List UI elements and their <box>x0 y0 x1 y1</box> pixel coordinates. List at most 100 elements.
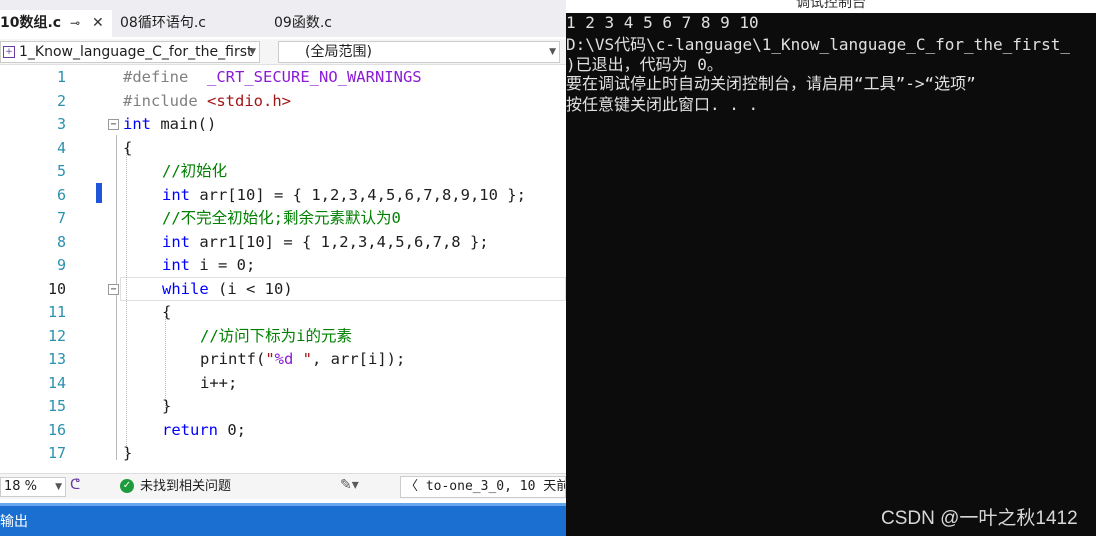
line-number: 6 <box>56 185 66 204</box>
function-scope-dropdown[interactable]: (全局范围) ▼ <box>278 41 560 63</box>
debug-console-window[interactable]: 调试控制台 1 2 3 4 5 6 7 8 9 10 D:\VS代码\c-lan… <box>566 0 1096 536</box>
line-number: 12 <box>47 326 66 345</box>
code-line: 12 //访问下标为i的元素 <box>0 325 566 349</box>
code-token: arr[10] = { 1,2,3,4,5,6,7,8,9,10 }; <box>190 185 526 204</box>
chevron-down-icon: ▼ <box>549 47 556 57</box>
document-tab-bar: 10数组.c ⊸ ✕ 08循环语句.c 09函数.c <box>0 0 566 37</box>
close-icon[interactable]: ✕ <box>92 10 104 37</box>
code-token: int <box>162 185 190 204</box>
cleanup-brush-icon[interactable]: ✎▾ <box>340 477 359 493</box>
line-number: 3 <box>56 115 66 133</box>
code-line: 5 //初始化 <box>0 160 566 184</box>
tab-label: 08循环语句.c <box>120 15 206 31</box>
code-token: <stdio.h> <box>207 91 291 110</box>
chevron-down-icon: ▼ <box>249 47 256 57</box>
code-token: while <box>162 279 209 298</box>
code-token: int <box>123 115 151 133</box>
console-title: 调试控制台 <box>796 0 866 11</box>
code-line: 8 int arr1[10] = { 1,2,3,4,5,6,7,8 }; <box>0 231 566 255</box>
line-number: 11 <box>47 303 66 321</box>
tab-label: 10数组.c <box>0 15 62 31</box>
watermark: CSDN @一叶之秋1412 <box>881 508 1078 529</box>
code-line: 13 printf("%d ", arr[i]); <box>0 348 566 372</box>
line-number: 10 <box>47 279 66 298</box>
code-line: 15 } <box>0 395 566 419</box>
zoom-dropdown[interactable]: 18 % ▼ <box>0 477 66 497</box>
code-line: 1 #define _CRT_SECURE_NO_WARNINGS <box>0 66 566 90</box>
code-line: 9 int i = 0; <box>0 254 566 278</box>
code-token: printf( <box>200 350 266 368</box>
copilot-icon[interactable]: ᕦ <box>70 477 80 493</box>
navigation-bar: + 1_Know_language_C_for_the_first ▼ (全局范… <box>0 39 566 65</box>
code-token: , arr[i]); <box>312 350 406 368</box>
line-number: 4 <box>56 138 66 157</box>
code-line: 16 return 0; <box>0 419 566 443</box>
check-circle-icon: ✓ <box>120 479 134 493</box>
code-token: return <box>162 420 218 439</box>
line-number: 8 <box>56 232 66 251</box>
output-panel-tab[interactable]: 输出 <box>0 503 566 536</box>
output-label: 输出 <box>0 514 28 530</box>
code-token: #include <box>123 91 198 110</box>
tab-10-array[interactable]: 10数组.c ⊸ ✕ <box>0 10 112 37</box>
code-area[interactable]: − − 1 #define _CRT_SECURE_NO_WARNINGS 2 … <box>0 66 566 470</box>
line-number: 1 <box>56 68 66 86</box>
issues-status[interactable]: 未找到相关问题 <box>140 478 231 496</box>
code-token: _CRT_SECURE_NO_WARNINGS <box>207 68 422 86</box>
line-number: 14 <box>47 373 66 392</box>
code-token: } <box>123 444 133 462</box>
zoom-value: 18 % <box>4 479 38 494</box>
code-token: i = 0; <box>190 256 256 274</box>
git-info-box[interactable]: 〈 to-one_3_0, 10 天前 <box>400 476 566 498</box>
code-line: 11 { <box>0 301 566 325</box>
chevron-down-icon: ▼ <box>55 482 62 492</box>
c-file-icon: + <box>3 46 15 58</box>
code-line: 6 int arr[10] = { 1,2,3,4,5,6,7,8,9,10 }… <box>0 184 566 208</box>
project-scope-value: 1_Know_language_C_for_the_first <box>19 44 253 60</box>
code-line-current: 10 while (i < 10) <box>0 278 566 302</box>
console-line: 要在调试停止时自动关闭控制台，请启用“工具”->“选项” <box>566 74 976 93</box>
code-line: 7 //不完全初始化;剩余元素默认为0 <box>0 207 566 231</box>
line-number: 17 <box>47 444 66 462</box>
function-scope-value: (全局范围) <box>305 44 372 60</box>
code-editor-pane: 10数组.c ⊸ ✕ 08循环语句.c 09函数.c + 1_Know_lang… <box>0 0 566 536</box>
code-token: //不完全初始化;剩余元素默认为0 <box>162 209 401 227</box>
panel-separator <box>0 503 566 506</box>
tab-label: 09函数.c <box>274 15 332 31</box>
code-token: (i < 10) <box>208 279 293 298</box>
code-token: i++; <box>200 373 238 392</box>
code-line: 2 #include <stdio.h> <box>0 90 566 114</box>
code-token: int <box>162 232 190 251</box>
line-number: 9 <box>56 256 66 274</box>
project-scope-dropdown[interactable]: + 1_Know_language_C_for_the_first ▼ <box>0 41 260 63</box>
code-token: { <box>162 303 172 321</box>
tab-09-function[interactable]: 09函数.c <box>270 10 332 37</box>
code-line: 17 } <box>0 442 566 466</box>
console-line: D:\VS代码\c-language\1_Know_language_C_for… <box>566 35 1071 54</box>
code-line: 4 { <box>0 137 566 161</box>
tab-08-loop[interactable]: 08循环语句.c <box>116 10 206 37</box>
code-line: 14 i++; <box>0 372 566 396</box>
code-token: #define <box>123 68 189 86</box>
code-token: { <box>123 138 133 157</box>
console-line: 1 2 3 4 5 6 7 8 9 10 <box>566 13 759 32</box>
code-token: 0; <box>218 420 246 439</box>
line-number: 13 <box>47 350 66 368</box>
git-info-text: 〈 to-one_3_0, 10 天前 <box>405 479 566 494</box>
code-token: arr1[10] = { 1,2,3,4,5,6,7,8 }; <box>190 232 489 251</box>
line-number: 16 <box>47 420 66 439</box>
code-token: //访问下标为i的元素 <box>200 326 352 345</box>
line-number: 7 <box>56 209 66 227</box>
code-token: " <box>293 350 313 368</box>
line-number: 2 <box>56 91 66 110</box>
pin-icon[interactable]: ⊸ <box>70 10 80 37</box>
code-token: int <box>162 256 190 274</box>
line-number: 5 <box>56 162 66 180</box>
code-token: //初始化 <box>162 162 228 180</box>
editor-status-row: 18 % ▼ ᕦ ✓ 未找到相关问题 ✎▾ 〈 to-one_3_0, 10 天… <box>0 473 566 499</box>
code-line: 3 int main() <box>0 113 566 137</box>
code-token: " <box>265 350 275 368</box>
screen: 10数组.c ⊸ ✕ 08循环语句.c 09函数.c + 1_Know_lang… <box>0 0 1096 536</box>
console-line: 按任意键关闭此窗口. . . <box>566 95 759 114</box>
code-token: } <box>162 397 172 415</box>
